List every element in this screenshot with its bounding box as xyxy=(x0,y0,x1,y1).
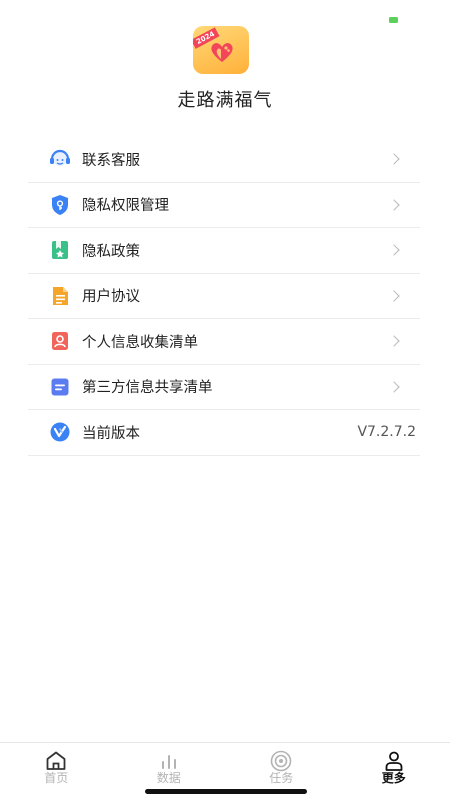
tab-label: 首页 xyxy=(0,769,113,786)
chevron-right-icon xyxy=(388,290,399,301)
person-card-icon xyxy=(49,330,71,352)
tab-home[interactable]: 首页 xyxy=(0,743,113,801)
menu-item-label: 联系客服 xyxy=(82,149,140,170)
menu-item-third-party-sharing[interactable]: 第三方信息共享清单 xyxy=(28,365,420,411)
heart-footprint-icon xyxy=(209,40,235,64)
menu-item-customer-service[interactable]: 联系客服 xyxy=(28,137,420,183)
menu-item-privacy-policy[interactable]: 隐私政策 xyxy=(28,228,420,274)
menu-item-label: 隐私权限管理 xyxy=(82,194,169,215)
menu-item-current-version[interactable]: 当前版本 V7.2.7.2 xyxy=(28,410,420,456)
tab-more[interactable]: 更多 xyxy=(338,743,450,801)
version-number: V7.2.7.2 xyxy=(357,424,416,440)
app-name: 走路满福气 xyxy=(0,86,450,112)
menu-item-label: 隐私政策 xyxy=(82,240,140,261)
document-icon xyxy=(49,285,71,307)
chevron-right-icon xyxy=(388,154,399,165)
tab-label: 数据 xyxy=(113,769,226,786)
menu-item-label: 当前版本 xyxy=(82,422,140,443)
menu-item-label: 个人信息收集清单 xyxy=(82,331,198,352)
home-indicator xyxy=(145,789,307,794)
menu-item-label: 用户协议 xyxy=(82,285,140,306)
menu-item-label: 第三方信息共享清单 xyxy=(82,376,213,397)
shield-icon xyxy=(49,194,71,216)
version-icon xyxy=(49,421,71,443)
menu-item-personal-info-list[interactable]: 个人信息收集清单 xyxy=(28,319,420,365)
app-logo: 2024 xyxy=(193,26,249,74)
bookmark-icon xyxy=(49,239,71,261)
list-icon xyxy=(49,376,71,398)
chevron-right-icon xyxy=(388,245,399,256)
menu-item-user-agreement[interactable]: 用户协议 xyxy=(28,274,420,320)
tab-label: 更多 xyxy=(338,769,450,786)
chevron-right-icon xyxy=(388,381,399,392)
chevron-right-icon xyxy=(388,199,399,210)
chevron-right-icon xyxy=(388,336,399,347)
tab-label: 任务 xyxy=(225,769,338,786)
battery-icon xyxy=(389,17,398,23)
customer-service-icon xyxy=(49,148,71,170)
menu-item-privacy-permissions[interactable]: 隐私权限管理 xyxy=(28,183,420,229)
settings-menu: 联系客服 隐私权限管理 隐私政策 用户协议 xyxy=(28,137,420,456)
